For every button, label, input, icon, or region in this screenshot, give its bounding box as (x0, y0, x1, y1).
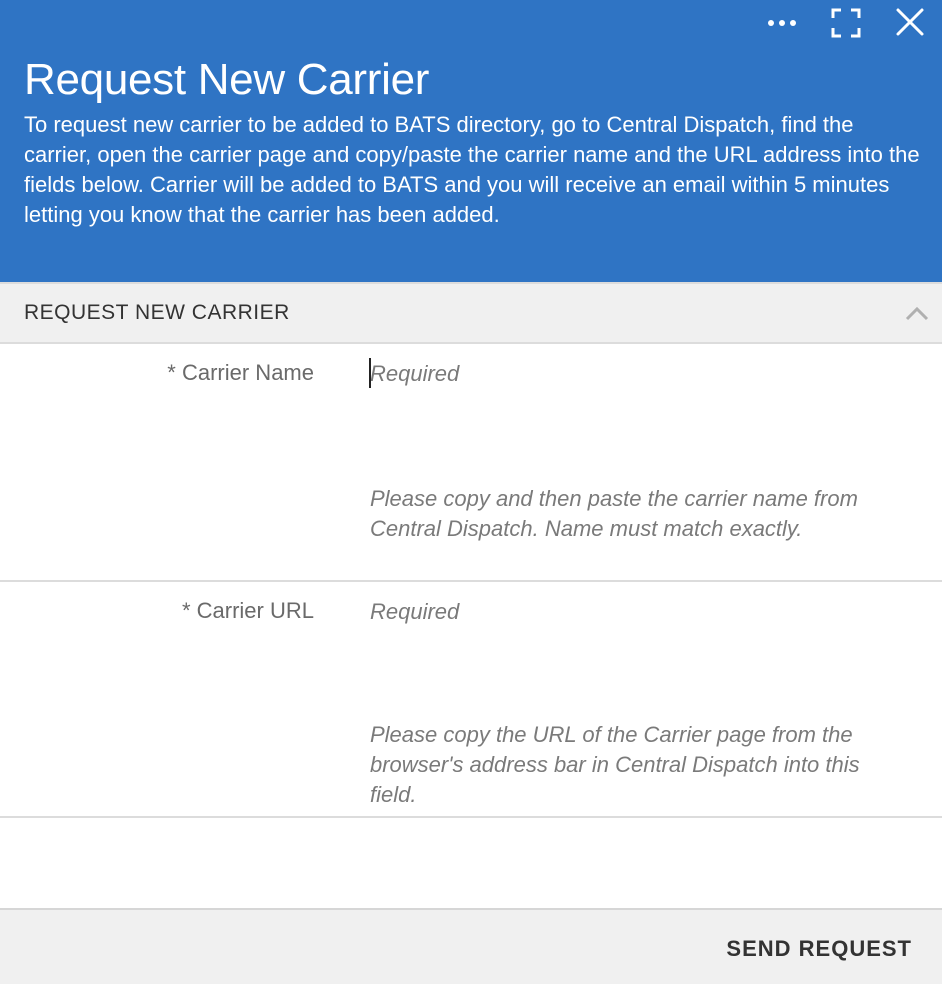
carrier-url-input[interactable] (368, 594, 920, 630)
section-header-request-new-carrier[interactable]: REQUEST NEW CARRIER (0, 282, 942, 344)
close-button[interactable] (892, 6, 928, 40)
dialog-title: Request New Carrier (24, 55, 430, 104)
carrier-url-help: Please copy the URL of the Carrier page … (370, 722, 860, 807)
more-horizontal-icon (768, 20, 796, 26)
carrier-name-input[interactable] (368, 356, 920, 392)
carrier-url-row: * Carrier URL Please copy the URL of the… (0, 582, 942, 818)
carrier-name-row: * Carrier Name Please copy and then past… (0, 344, 942, 582)
chevron-up-icon[interactable] (904, 304, 930, 324)
send-request-button[interactable]: SEND REQUEST (726, 936, 912, 962)
carrier-name-help: Please copy and then paste the carrier n… (370, 486, 858, 541)
dialog-description: To request new carrier to be added to BA… (24, 112, 920, 227)
fullscreen-button[interactable] (828, 6, 864, 40)
carrier-name-label: * Carrier Name (167, 360, 314, 385)
more-options-button[interactable] (764, 6, 800, 40)
fullscreen-icon (831, 8, 861, 38)
close-icon (896, 8, 924, 36)
dialog-header: Request New Carrier To request new carri… (0, 0, 942, 282)
carrier-url-label: * Carrier URL (181, 598, 314, 623)
text-cursor (369, 358, 371, 388)
section-title: REQUEST NEW CARRIER (24, 301, 290, 324)
dialog-footer: SEND REQUEST (0, 908, 942, 984)
